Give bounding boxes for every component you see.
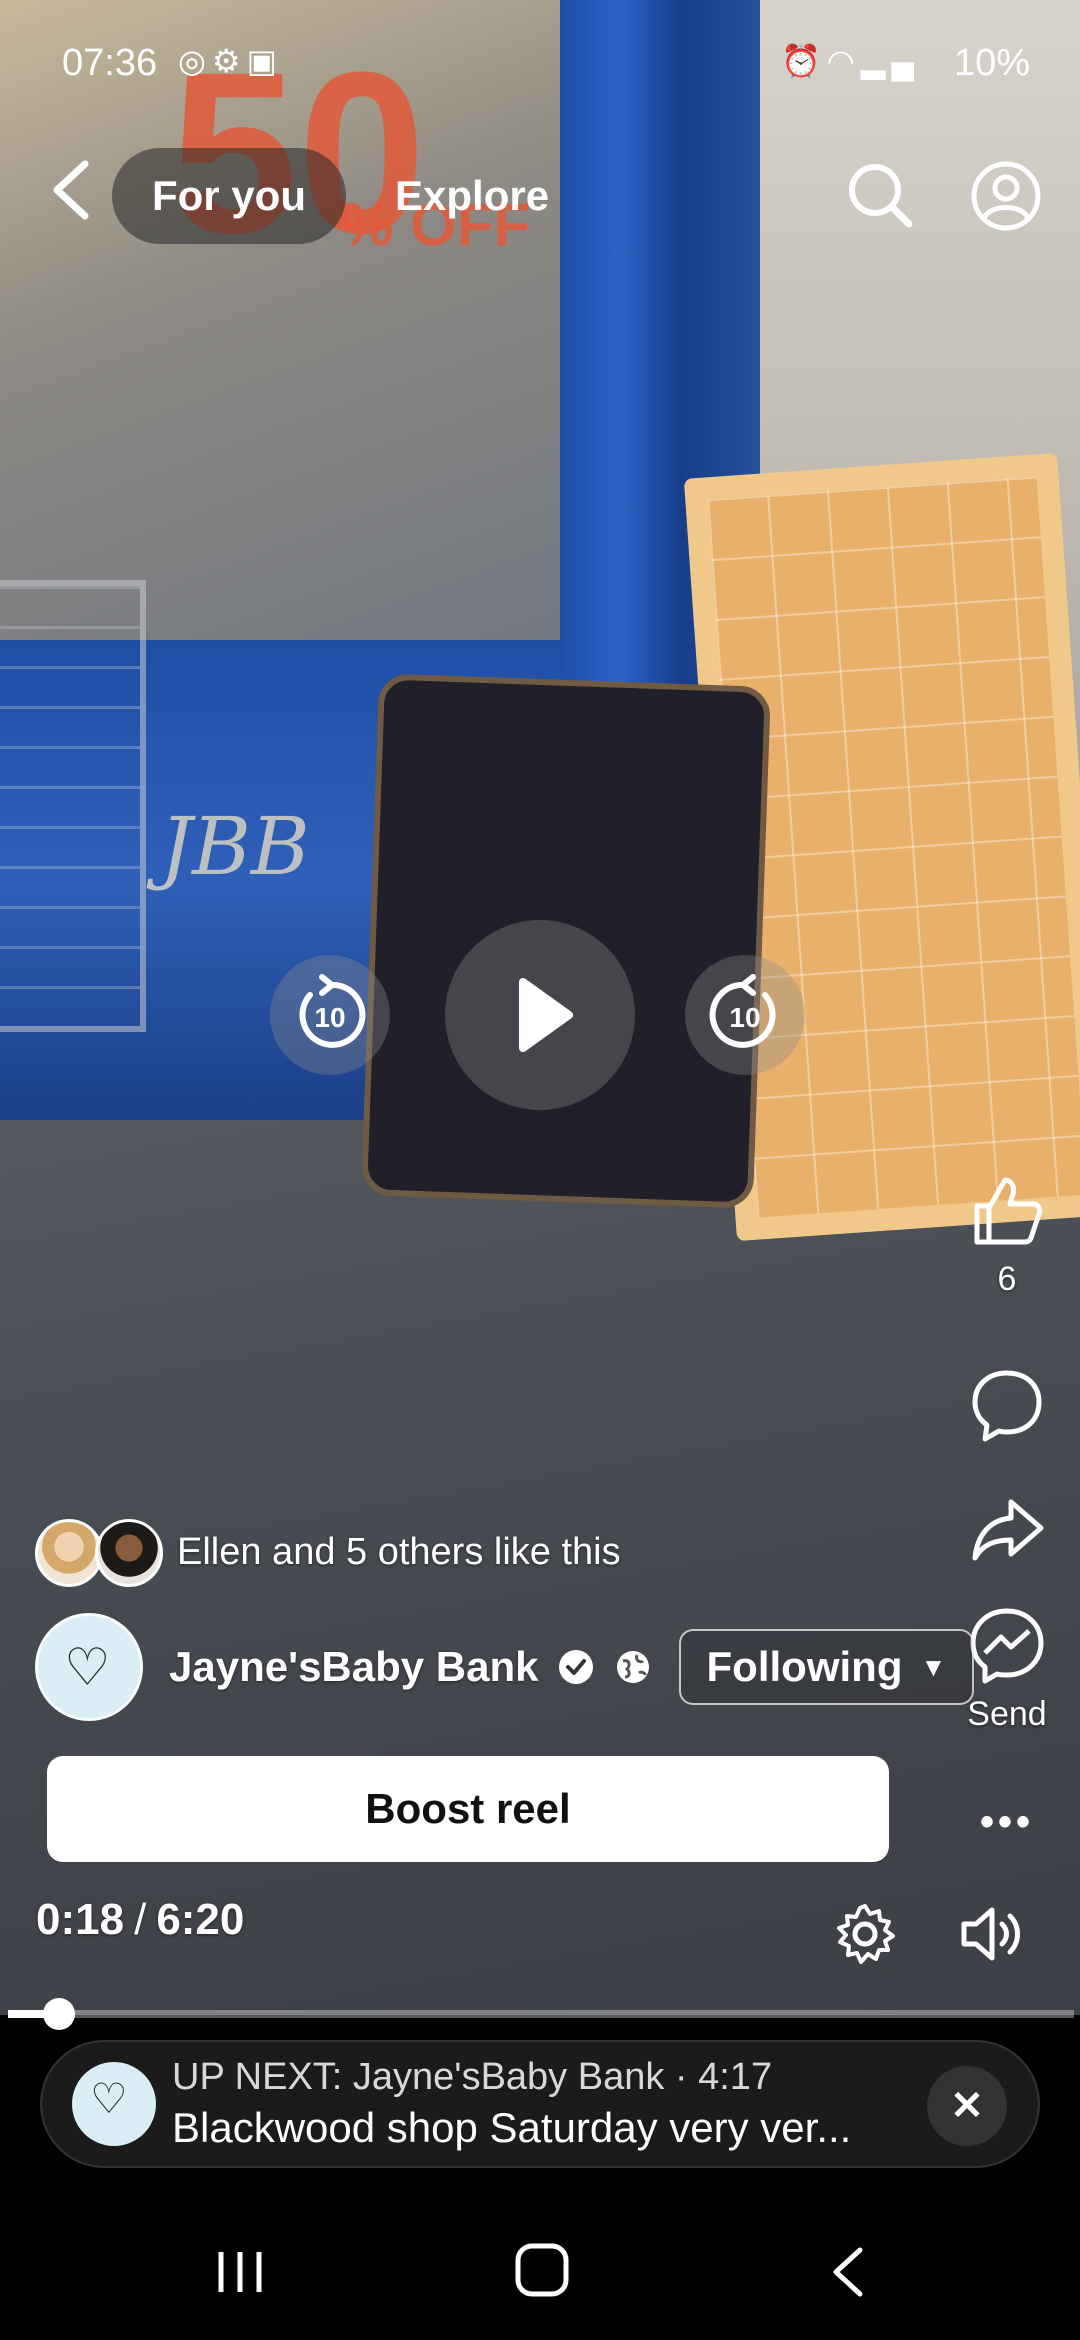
comment-action[interactable] [952, 1365, 1062, 1445]
gear-icon[interactable] [833, 1902, 897, 1966]
forward-seconds-label: 10 [729, 1002, 760, 1033]
page-avatar[interactable]: ♡ [35, 1613, 143, 1721]
verified-badge-icon [558, 1650, 593, 1684]
boost-reel-button[interactable]: Boost reel [47, 1756, 889, 1862]
heart-logo-icon: ♡ [90, 2075, 128, 2122]
tab-explore[interactable]: Explore [395, 148, 549, 244]
status-time: 07:36 [62, 42, 158, 84]
page-info-row: ♡ Jayne'sBaby Bank Following ▼ [35, 1612, 975, 1722]
wifi-icon: ◠ [826, 43, 861, 79]
tab-for-you[interactable]: For you [112, 148, 346, 244]
like-action[interactable]: 6 [952, 1170, 1062, 1299]
liker-avatar [35, 1518, 103, 1587]
rewind-seconds-label: 10 [314, 1002, 345, 1033]
forward-10-button[interactable]: 10 [685, 955, 805, 1075]
share-action[interactable] [952, 1490, 1062, 1570]
battery-level: 10% [953, 42, 1030, 84]
top-nav: For you Explore [0, 140, 1080, 250]
up-next-heading: UP NEXT: Jayne'sBaby Bank · 4:17 [172, 2056, 773, 2098]
duration: 6:20 [156, 1895, 245, 1944]
progress-scrubber-handle[interactable] [43, 1998, 76, 2030]
thumbs-up-icon [974, 1177, 1043, 1245]
status-icons-right: ⏰◠▂▄ [781, 42, 920, 80]
time-separator: / [134, 1895, 147, 1944]
heart-logo-icon: ♡ [64, 1639, 111, 1697]
video-progress-bar[interactable] [8, 1998, 1074, 2030]
settings-icon: ⚙ [211, 43, 247, 79]
messenger-icon [970, 1608, 1044, 1684]
share-icon [972, 1499, 1044, 1561]
shop-sign-graphic: JBB [160, 800, 310, 893]
search-icon[interactable] [845, 160, 915, 230]
basket-scene [0, 580, 146, 1032]
recents-icon[interactable] [215, 2248, 265, 2296]
likes-text: Ellen and 5 others like this [177, 1531, 621, 1573]
current-time: 0:18 [36, 1895, 125, 1944]
comment-icon [972, 1370, 1042, 1442]
profile-icon[interactable] [970, 160, 1042, 232]
playback-time: 0:18/6:20 [36, 1895, 244, 1945]
rewind-icon: 10 [299, 974, 366, 1048]
alarm-icon: ⏰ [780, 43, 827, 79]
play-button[interactable] [445, 920, 635, 1110]
globe-icon [616, 1651, 649, 1683]
signal-icon: ▂▄ [860, 43, 920, 79]
up-next-avatar: ♡ [72, 2062, 156, 2146]
status-bar: 07:36 ◎⚙▣ ⏰◠▂▄ 10% [0, 0, 1080, 120]
like-count: 6 [997, 1260, 1017, 1298]
volume-icon[interactable] [958, 1902, 1026, 1966]
following-label: Following [706, 1643, 903, 1690]
status-icons-left: ◎⚙▣ [178, 42, 283, 80]
notification-icon: ▣ [246, 43, 283, 79]
nav-back-icon[interactable] [828, 2246, 868, 2298]
rewind-10-button[interactable]: 10 [270, 955, 390, 1075]
page-name[interactable]: Jayne'sBaby Bank [169, 1643, 539, 1691]
forward-icon: 10 [709, 974, 776, 1048]
play-icon [519, 978, 573, 1052]
home-icon[interactable] [514, 2242, 570, 2298]
following-button[interactable]: Following ▼ [678, 1629, 975, 1705]
likes-summary[interactable]: Ellen and 5 others like this [35, 1515, 621, 1590]
more-dots-icon: ••• [979, 1800, 1034, 1844]
up-next-title: Blackwood shop Saturday very ver... [172, 2104, 852, 2151]
liker-avatar [95, 1518, 163, 1587]
system-nav-bar [0, 2200, 1080, 2340]
instagram-icon: ◎ [178, 43, 212, 79]
back-arrow-icon[interactable] [45, 158, 101, 222]
more-options-button[interactable]: ••• [952, 1800, 1062, 1845]
up-next-card[interactable]: ♡ UP NEXT: Jayne'sBaby Bank · 4:17 Black… [40, 2040, 1040, 2168]
chevron-down-icon: ▼ [920, 1651, 947, 1682]
close-icon[interactable]: ✕ [927, 2066, 1007, 2146]
